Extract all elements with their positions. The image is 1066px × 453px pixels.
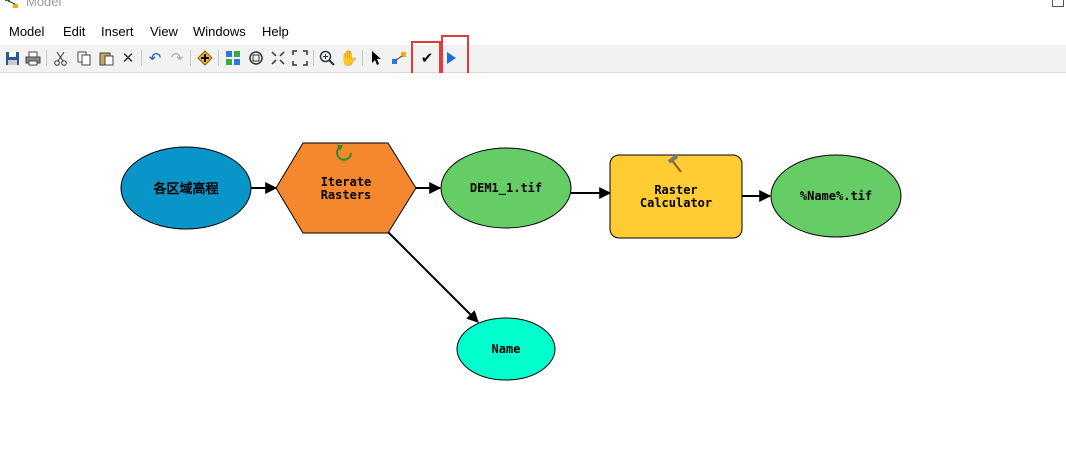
model-diagram: 各区域高程 Iterate Rasters DEM1_1.tif Raster … <box>120 142 902 381</box>
menu-view[interactable]: View <box>150 24 178 39</box>
save-icon[interactable] <box>3 49 21 67</box>
toolbar-separator <box>190 50 191 66</box>
raster-variable-label: DEM1_1.tif <box>470 181 542 196</box>
raster-calculator-label-2: Calculator <box>640 196 712 210</box>
cut-icon[interactable] <box>51 49 69 67</box>
window-title: Model <box>26 0 62 9</box>
output-raster-label: %Name%.tif <box>800 189 872 203</box>
add-data-icon[interactable] <box>196 49 214 67</box>
full-extent-icon[interactable] <box>247 49 265 67</box>
validate-highlight <box>411 41 441 75</box>
connect-icon[interactable] <box>390 49 408 67</box>
fixed-zoom-in-icon[interactable] <box>269 49 287 67</box>
delete-icon[interactable]: ✕ <box>119 49 137 67</box>
model-app-icon <box>5 0 18 8</box>
toolbar-separator <box>313 50 314 66</box>
menu-model[interactable]: Model <box>9 24 44 39</box>
title-bar: Model <box>0 0 1066 20</box>
iterate-rasters-label-1: Iterate <box>321 175 372 189</box>
model-canvas[interactable]: 各区域高程 Iterate Rasters DEM1_1.tif Raster … <box>0 73 1066 453</box>
input-variable-label: 各区域高程 <box>152 181 218 197</box>
connector-iterator-to-name[interactable] <box>386 230 479 323</box>
menu-insert[interactable]: Insert <box>101 24 134 39</box>
copy-icon[interactable] <box>75 49 93 67</box>
menu-help[interactable]: Help <box>262 24 289 39</box>
print-icon[interactable] <box>24 49 42 67</box>
toolbar-separator <box>141 50 142 66</box>
undo-icon[interactable]: ↶ <box>146 49 164 67</box>
menu-windows[interactable]: Windows <box>193 24 246 39</box>
pan-icon[interactable]: ✋ <box>340 49 359 67</box>
menu-bar: Model Edit Insert View Windows Help <box>0 20 1066 44</box>
fixed-zoom-out-icon[interactable] <box>291 49 309 67</box>
maximize-icon[interactable] <box>1052 0 1064 7</box>
redo-icon[interactable]: ↷ <box>168 49 186 67</box>
toolbar: ✕ ↶ ↷ ✋ ✔ <box>0 45 1066 73</box>
zoom-in-icon[interactable] <box>318 49 336 67</box>
toolbar-separator <box>46 50 47 66</box>
name-variable-label: Name <box>492 342 521 356</box>
raster-calculator-label-1: Raster <box>654 183 697 197</box>
menu-edit[interactable]: Edit <box>63 24 85 39</box>
toolbar-separator <box>218 50 219 66</box>
minimize-icon[interactable] <box>1010 0 1024 6</box>
auto-layout-icon[interactable] <box>224 49 242 67</box>
select-icon[interactable] <box>368 49 386 67</box>
paste-icon[interactable] <box>97 49 115 67</box>
toolbar-separator <box>362 50 363 66</box>
iterate-rasters-label-2: Rasters <box>321 188 372 202</box>
